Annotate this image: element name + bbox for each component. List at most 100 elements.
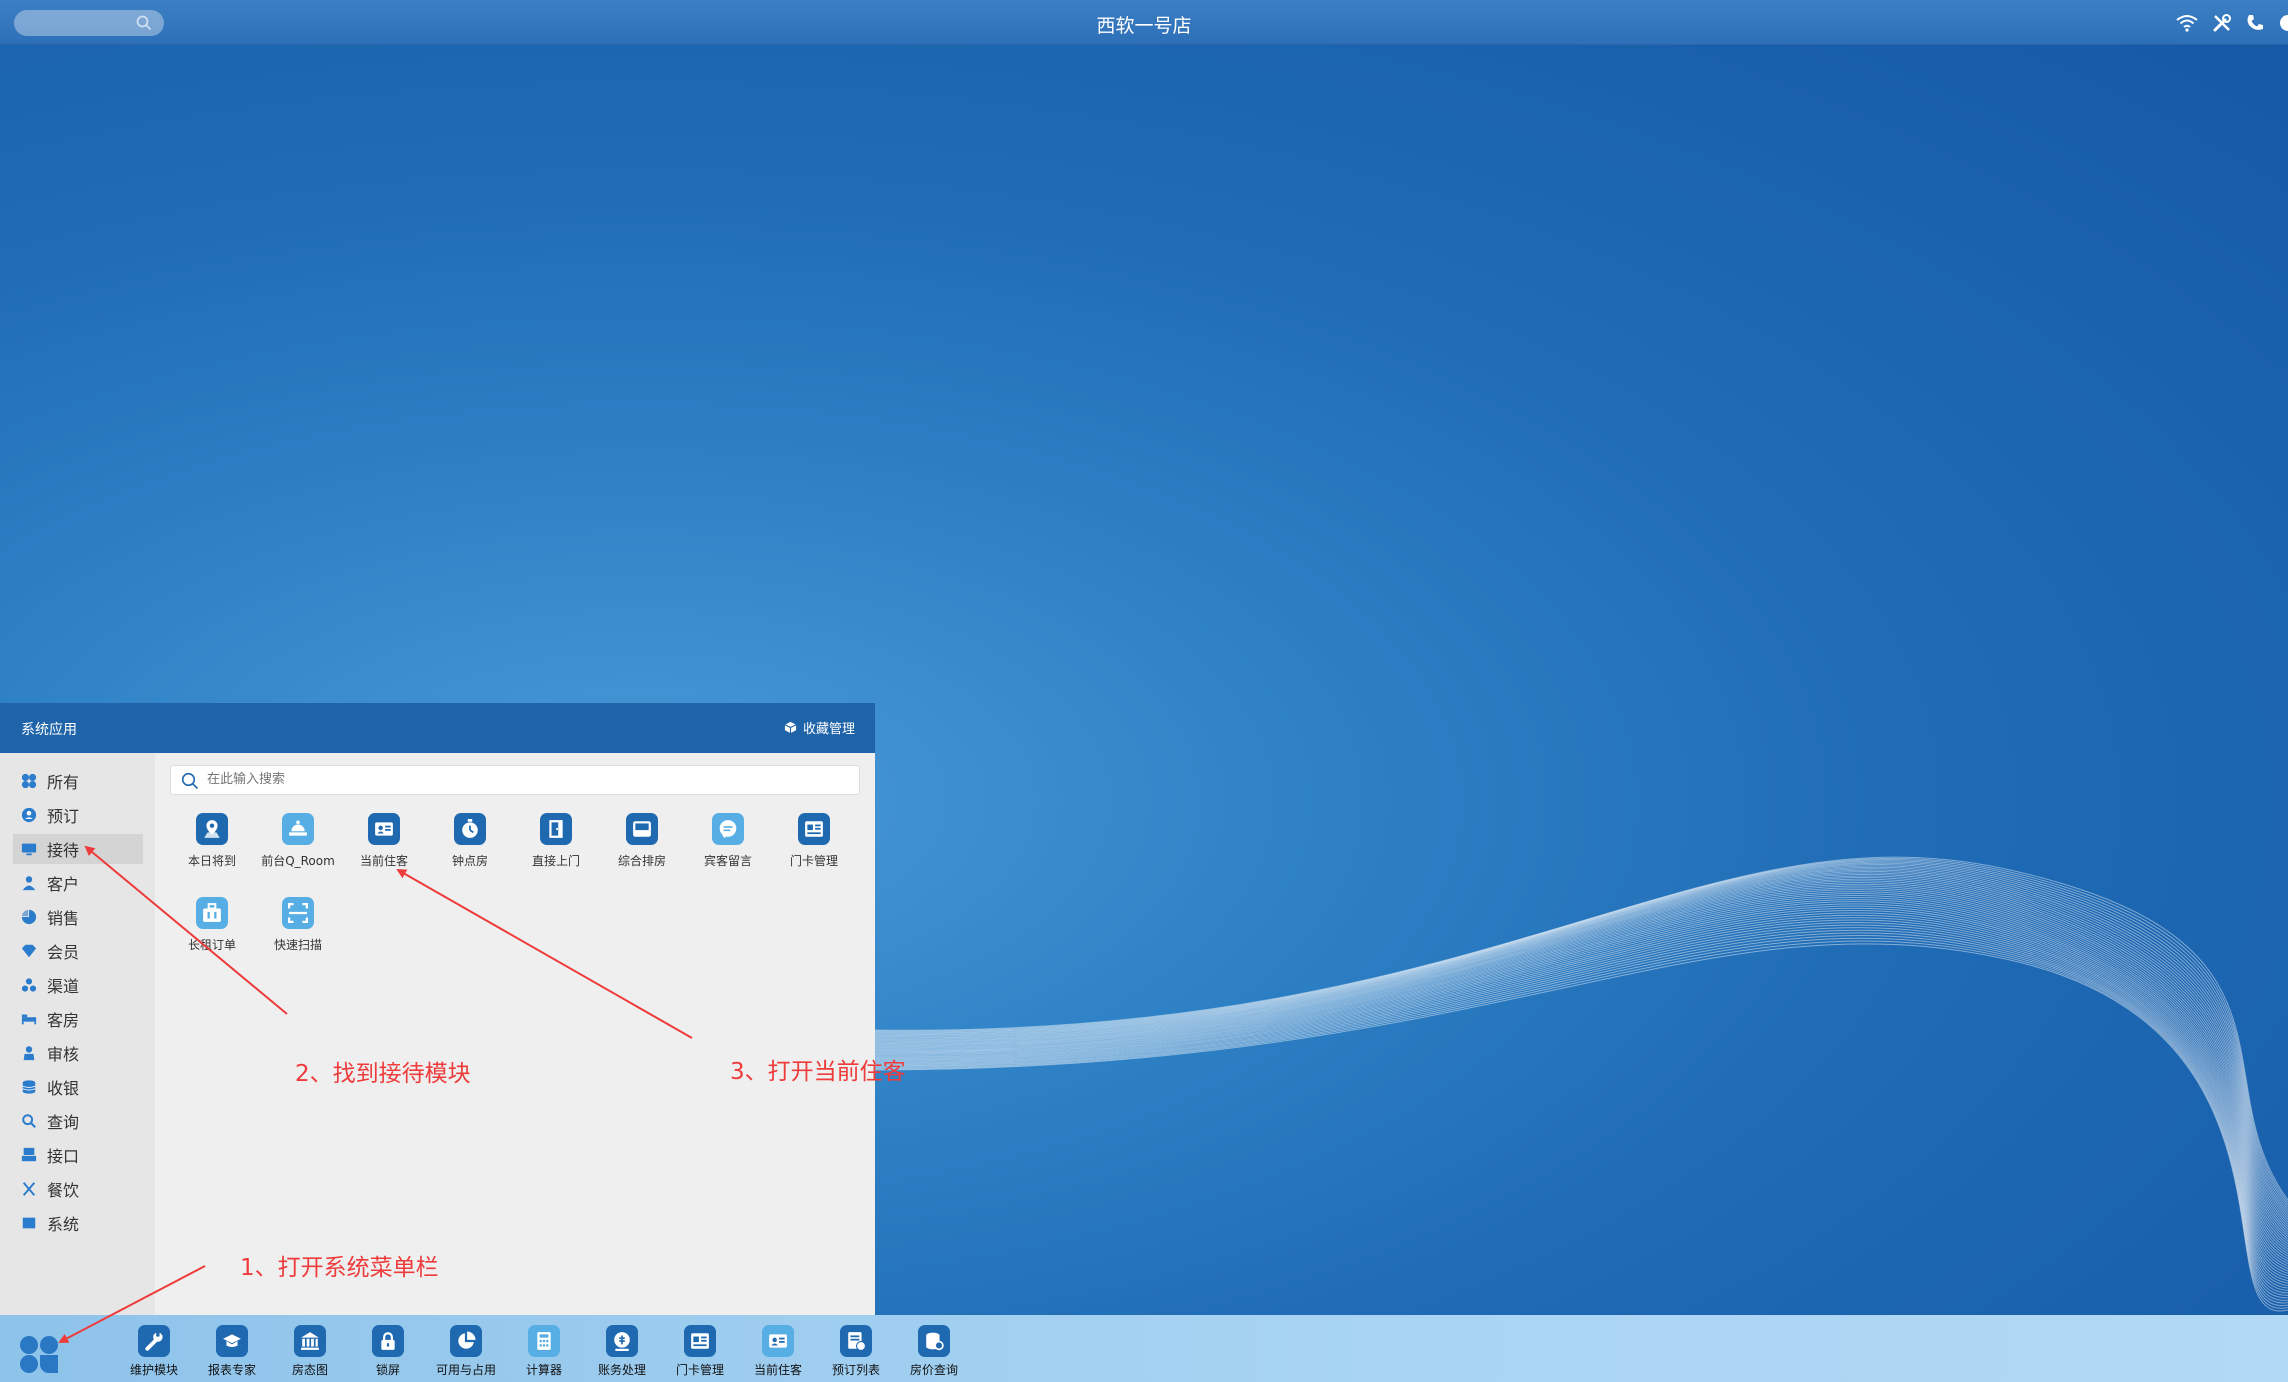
category-item[interactable]: 接口 [13, 1140, 143, 1170]
app-search-input[interactable] [205, 771, 809, 788]
map-pin-icon [204, 820, 220, 838]
taskbar-app[interactable]: 房价查询 [898, 1325, 970, 1378]
taskbar-app-label: 房态图 [291, 1363, 328, 1377]
search-icon [181, 772, 199, 790]
app-label: 宾客留言 [703, 854, 752, 868]
user-circle-icon [21, 807, 37, 823]
category-item[interactable]: 客房 [13, 1004, 143, 1034]
auditor-icon [23, 1046, 35, 1061]
app-tile [454, 813, 486, 845]
search-icon [22, 1114, 36, 1128]
app-launcher[interactable]: 综合排房 [599, 813, 685, 869]
taskbar-app[interactable]: 预订列表 [820, 1325, 892, 1378]
taskbar-app-label: 可用与占用 [435, 1363, 496, 1377]
phone-icon[interactable] [2246, 14, 2264, 32]
app-tile [138, 1325, 170, 1357]
taskbar-app[interactable]: 可用与占用 [430, 1325, 502, 1378]
app-launcher[interactable]: 当前住客 [341, 813, 427, 869]
app-tile [282, 897, 314, 929]
start-menu-button[interactable] [18, 1333, 60, 1375]
category-item[interactable]: 销售 [13, 902, 143, 932]
category-item[interactable]: 查询 [13, 1106, 143, 1136]
app-tile [528, 1325, 560, 1357]
app-launcher[interactable]: 钟点房 [427, 813, 513, 869]
tools-icon[interactable] [2212, 13, 2232, 33]
taskbar-app[interactable]: 锁屏 [352, 1325, 424, 1378]
top-bar: 西软一号店 [0, 0, 2288, 45]
app-launcher[interactable]: 前台Q_Room [255, 813, 341, 869]
app-search-box[interactable] [170, 765, 860, 795]
category-item[interactable]: 客户 [13, 868, 143, 898]
category-item[interactable]: 接待 [13, 834, 143, 864]
favorites-manage-button[interactable]: 收藏管理 [784, 718, 855, 737]
coins-icon [22, 1080, 36, 1094]
taskbar-app[interactable]: 账务处理 [586, 1325, 658, 1378]
app-tile [840, 1325, 872, 1357]
taskbar-app-label: 当前住客 [753, 1363, 802, 1377]
annotation-step-3: 3、打开当前住客 [730, 1059, 906, 1085]
power-icon[interactable] [2278, 13, 2288, 33]
favorites-manage-label: 收藏管理 [802, 722, 855, 737]
app-launcher[interactable]: 快速扫描 [255, 897, 341, 953]
app-tile [196, 897, 228, 929]
taskbar-app-label: 预订列表 [831, 1363, 880, 1377]
taskbar-app[interactable]: 维护模块 [118, 1325, 190, 1378]
bed-icon [21, 1014, 37, 1025]
taskbar-app[interactable]: 门卡管理 [664, 1325, 736, 1378]
app-tile [372, 1325, 404, 1357]
taskbar-app[interactable]: 房态图 [274, 1325, 346, 1378]
category-item[interactable]: 系统 [13, 1208, 143, 1238]
app-label: 前台Q_Room [261, 854, 335, 868]
annotation-step-1: 1、打开系统菜单栏 [240, 1255, 439, 1281]
app-launcher[interactable]: 直接上门 [513, 813, 599, 869]
app-label: 当前住客 [359, 854, 408, 868]
category-item[interactable]: 收银 [13, 1072, 143, 1102]
pie-chart-icon [458, 1331, 476, 1349]
app-label: 门卡管理 [789, 854, 838, 868]
grid-icon [21, 773, 37, 789]
app-launcher[interactable]: 本日将到 [169, 813, 255, 869]
door-icon [549, 820, 563, 838]
category-item[interactable]: 会员 [13, 936, 143, 966]
category-item[interactable]: 渠道 [13, 970, 143, 1000]
category-item[interactable]: 预订 [13, 800, 143, 830]
taskbar-app[interactable]: 报表专家 [196, 1325, 268, 1378]
app-tile [606, 1325, 638, 1357]
category-label: 销售 [47, 909, 80, 928]
category-item[interactable]: 审核 [13, 1038, 143, 1068]
price-query-icon [926, 1332, 944, 1351]
category-label: 系统 [47, 1215, 80, 1234]
app-tile [368, 813, 400, 845]
taskbar-app-label: 房价查询 [909, 1363, 958, 1377]
app-launcher[interactable]: 宾客留言 [685, 813, 771, 869]
category-item[interactable]: 餐饮 [13, 1174, 143, 1204]
store-name: 西软一号店 [1096, 15, 1192, 37]
taskbar-app-label: 维护模块 [129, 1363, 178, 1377]
taskbar-app-label: 报表专家 [207, 1363, 256, 1377]
annotation-step-2: 2、找到接待模块 [295, 1061, 471, 1087]
taskbar-app[interactable]: 计算器 [508, 1325, 580, 1378]
app-tile [196, 813, 228, 845]
category-label: 所有 [47, 773, 80, 792]
category-label: 收银 [47, 1079, 80, 1098]
app-launcher[interactable]: 门卡管理 [771, 813, 857, 869]
key-card-icon [805, 821, 823, 837]
category-label: 客房 [47, 1011, 80, 1030]
id-card-icon [769, 1334, 787, 1348]
interface-icon [21, 1147, 37, 1162]
app-label: 钟点房 [451, 854, 488, 868]
booking-list-icon [848, 1332, 866, 1351]
monitor-icon [21, 843, 37, 856]
category-item[interactable]: 所有 [13, 766, 143, 796]
app-label: 长租订单 [187, 938, 236, 952]
channel-icon [21, 978, 37, 992]
app-tile [282, 813, 314, 845]
taskbar-app[interactable]: 当前住客 [742, 1325, 814, 1378]
scan-icon [288, 903, 308, 923]
reception-bell-icon [289, 820, 307, 836]
pie-icon [21, 909, 37, 925]
app-tile [918, 1325, 950, 1357]
cube-icon [784, 721, 797, 734]
app-launcher[interactable]: 长租订单 [169, 897, 255, 953]
wifi-icon[interactable] [2176, 14, 2198, 32]
